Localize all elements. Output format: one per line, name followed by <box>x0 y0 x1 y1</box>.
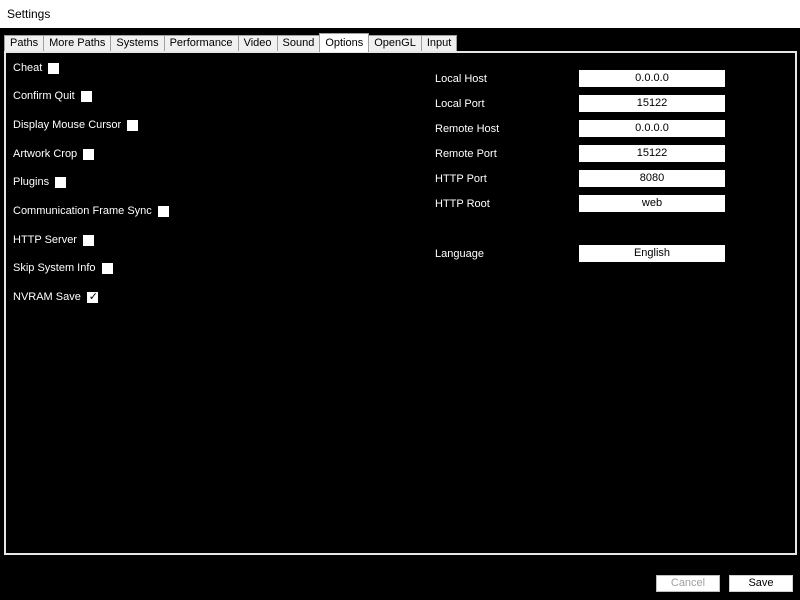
cheat-checkbox[interactable] <box>48 62 60 74</box>
remote-port-input[interactable]: 15122 <box>579 145 725 162</box>
option-confirm-quit: Confirm Quit <box>13 88 92 104</box>
tab-opengl[interactable]: OpenGL <box>368 35 422 51</box>
communication-frame-sync-label: Communication Frame Sync <box>13 205 152 217</box>
http-port-input[interactable]: 8080 <box>579 170 725 187</box>
cancel-button[interactable]: Cancel <box>656 575 720 592</box>
language-label: Language <box>435 248 484 260</box>
tab-options[interactable]: Options <box>319 33 370 52</box>
tab-sound[interactable]: Sound <box>276 35 321 51</box>
local-host-input[interactable]: 0.0.0.0 <box>579 70 725 87</box>
option-skip-system-info: Skip System Info <box>13 260 113 276</box>
option-communication-frame-sync: Communication Frame Sync <box>13 203 169 219</box>
http-port-label: HTTP Port <box>435 173 487 185</box>
local-host-label: Local Host <box>435 73 487 85</box>
remote-port-label: Remote Port <box>435 148 497 160</box>
save-button[interactable]: Save <box>729 575 793 592</box>
tab-video[interactable]: Video <box>237 35 278 51</box>
display-mouse-cursor-label: Display Mouse Cursor <box>13 119 122 131</box>
title-bar: Settings <box>0 0 800 28</box>
tab-performance[interactable]: Performance <box>163 35 239 51</box>
option-plugins: Plugins <box>13 174 67 190</box>
options-panel: Cheat Confirm Quit Display Mouse Cursor … <box>4 51 797 555</box>
option-nvram-save: NVRAM Save ✓ <box>13 289 98 305</box>
skip-system-info-label: Skip System Info <box>13 262 96 274</box>
http-root-input[interactable]: web <box>579 195 725 212</box>
option-cheat: Cheat <box>13 60 60 76</box>
cheat-label: Cheat <box>13 62 43 74</box>
option-http-server: HTTP Server <box>13 232 94 248</box>
confirm-quit-checkbox[interactable] <box>80 90 92 102</box>
communication-frame-sync-checkbox[interactable] <box>157 205 169 217</box>
nvram-save-label: NVRAM Save <box>13 291 81 303</box>
option-artwork-crop: Artwork Crop <box>13 146 95 162</box>
local-port-label: Local Port <box>435 98 485 110</box>
skip-system-info-checkbox[interactable] <box>101 262 113 274</box>
window-title: Settings <box>7 7 51 21</box>
tab-more-paths[interactable]: More Paths <box>43 35 112 51</box>
nvram-save-checkbox[interactable]: ✓ <box>86 290 98 303</box>
tab-systems[interactable]: Systems <box>110 35 165 51</box>
plugins-checkbox[interactable] <box>55 176 67 188</box>
option-display-mouse-cursor: Display Mouse Cursor <box>13 117 139 133</box>
remote-host-label: Remote Host <box>435 123 500 135</box>
tab-input[interactable]: Input <box>420 35 458 51</box>
confirm-quit-label: Confirm Quit <box>13 90 75 102</box>
http-server-checkbox[interactable] <box>82 234 94 246</box>
local-port-input[interactable]: 15122 <box>579 95 725 112</box>
artwork-crop-checkbox[interactable] <box>83 148 95 160</box>
http-root-label: HTTP Root <box>435 198 490 210</box>
http-server-label: HTTP Server <box>13 234 77 246</box>
checkmark-icon: ✓ <box>88 290 98 303</box>
remote-host-input[interactable]: 0.0.0.0 <box>579 120 725 137</box>
language-select[interactable]: English <box>579 245 725 262</box>
artwork-crop-label: Artwork Crop <box>13 148 78 160</box>
display-mouse-cursor-checkbox[interactable] <box>127 119 139 131</box>
tab-paths[interactable]: Paths <box>4 35 45 51</box>
plugins-label: Plugins <box>13 176 50 188</box>
tab-strip: Paths More Paths Systems Performance Vid… <box>4 33 458 52</box>
